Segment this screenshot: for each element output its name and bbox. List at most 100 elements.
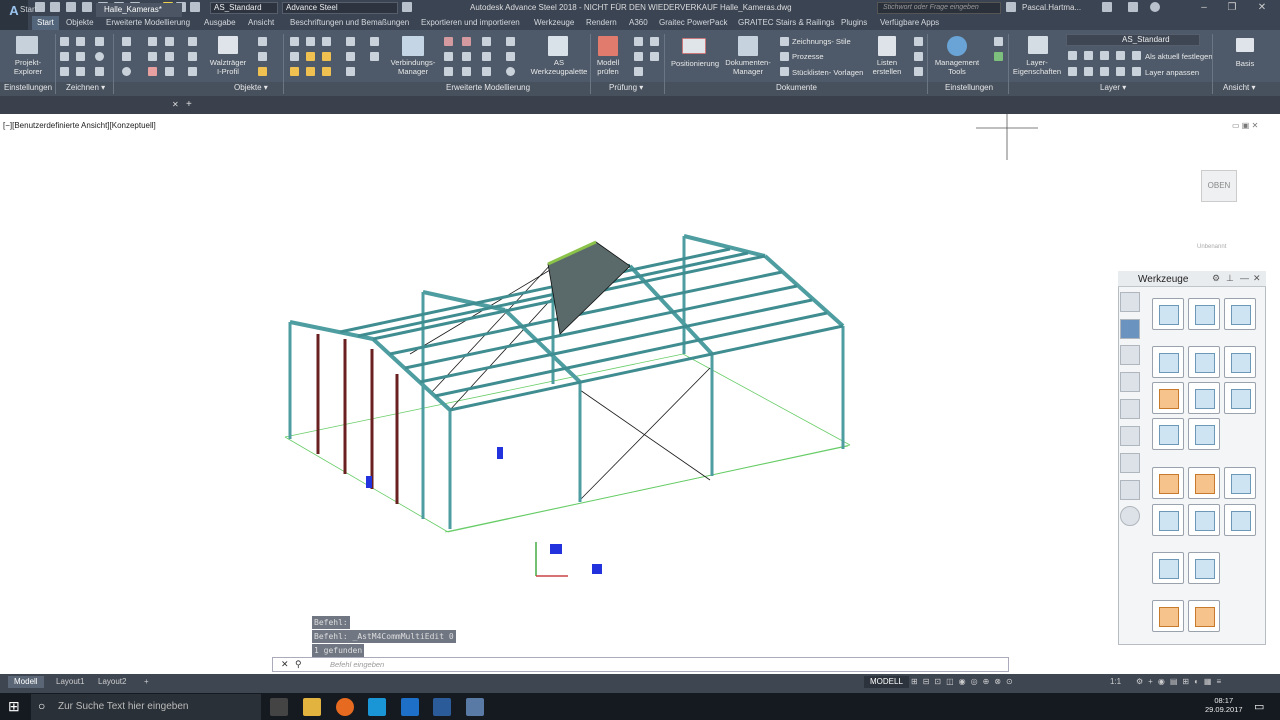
cylinder-icon[interactable] [322, 37, 331, 46]
spline-icon[interactable] [76, 52, 85, 61]
tab-rendern[interactable]: Rendern [586, 18, 617, 27]
close-tab-icon[interactable]: ✕ [172, 100, 179, 109]
projekt-explorer-button[interactable]: Projekt- Explorer [8, 58, 48, 76]
doc-tab-start[interactable]: Start [12, 3, 45, 17]
sphere-icon[interactable] [306, 37, 315, 46]
layer-icon-7[interactable] [1100, 67, 1109, 76]
tab-exportieren[interactable]: Exportieren und importieren [421, 18, 520, 27]
layer-eigenschaften-button[interactable]: Layer- Eigenschaften [1008, 58, 1066, 76]
tool-item[interactable] [1152, 504, 1184, 536]
tool-item[interactable] [1224, 467, 1256, 499]
tab-erweiterte-modellierung[interactable]: Erweiterte Modellierung [106, 18, 190, 27]
tab-werkzeuge[interactable]: Werkzeuge [534, 18, 574, 27]
shorten-icon[interactable] [482, 52, 491, 61]
panel-einstellungen-2[interactable]: Einstellungen [945, 83, 993, 92]
audit-icon[interactable] [650, 37, 659, 46]
palette-category-8[interactable] [1120, 480, 1140, 500]
close-command-icon[interactable]: ✕ [281, 659, 289, 670]
binoculars-icon[interactable] [1006, 2, 1016, 12]
weld-icon[interactable] [148, 67, 157, 76]
purlin-icon[interactable] [165, 67, 174, 76]
basis-button[interactable]: Basis [1228, 59, 1262, 68]
modell-pruefen-button[interactable]: Modell prüfen [592, 58, 624, 76]
als-aktuell-festlegen-button[interactable]: Als aktuell festlegen [1145, 52, 1213, 61]
tab-verfuegbare-apps[interactable]: Verfügbare Apps [880, 18, 939, 27]
layer-icon-4[interactable] [1116, 51, 1125, 60]
settings-green-icon[interactable] [994, 52, 1003, 61]
panel-erweiterte-modellierung[interactable]: Erweiterte Modellierung [446, 83, 530, 92]
drawing-styles-icon[interactable] [780, 37, 789, 46]
tab-graitec-powerpack[interactable]: Graitec PowerPack [659, 18, 727, 27]
save-icon[interactable] [66, 2, 76, 12]
tab-modell[interactable]: Modell [8, 676, 44, 688]
tab-ausgabe[interactable]: Ausgabe [204, 18, 236, 27]
tool-item[interactable] [1188, 346, 1220, 378]
stairs-icon[interactable] [290, 67, 299, 76]
hole-icon[interactable] [506, 37, 515, 46]
camtasia-icon[interactable] [466, 698, 484, 716]
tool-item[interactable] [1152, 467, 1184, 499]
open-file-icon[interactable] [50, 2, 60, 12]
layer-icon-8[interactable] [1116, 67, 1125, 76]
clash-icon[interactable] [634, 37, 643, 46]
rectangle-icon[interactable] [76, 67, 85, 76]
tab-layout2[interactable]: Layout2 [92, 676, 132, 688]
tool-item[interactable] [1188, 467, 1220, 499]
layer-select[interactable]: AS_Standard [1066, 34, 1200, 46]
nc-icon[interactable] [914, 67, 923, 76]
tab-a360[interactable]: A360 [629, 18, 648, 27]
joint3-icon[interactable] [444, 52, 453, 61]
verbindungs-manager-button[interactable]: Verbindungs- Manager [388, 58, 438, 76]
tool-item[interactable] [1152, 346, 1184, 378]
collision-icon[interactable] [634, 52, 643, 61]
tool-item[interactable] [1188, 600, 1220, 632]
positionierung-button[interactable]: Positionierung [667, 59, 723, 68]
lock-icon[interactable] [190, 2, 200, 12]
tool-item[interactable] [1152, 600, 1184, 632]
palette-category-5[interactable] [1120, 399, 1140, 419]
tool-item[interactable] [1224, 298, 1256, 330]
palette-settings-icon[interactable]: ⚙ [1212, 273, 1220, 284]
tool-item[interactable] [1188, 418, 1220, 450]
doc-tab-halle-kameras[interactable]: Halle_Kameras* [96, 3, 182, 17]
tool-item[interactable] [1188, 382, 1220, 414]
palette-category-4[interactable] [1120, 372, 1140, 392]
circle-icon[interactable] [95, 52, 104, 61]
marking-icon[interactable] [650, 52, 659, 61]
joint6-icon[interactable] [462, 67, 471, 76]
arc-icon[interactable] [60, 37, 69, 46]
profile-icon[interactable] [258, 37, 267, 46]
task-view-icon[interactable] [270, 698, 288, 716]
layer-icon-5[interactable] [1068, 67, 1077, 76]
tool-item[interactable] [1224, 382, 1256, 414]
explorer-icon[interactable] [303, 698, 321, 716]
dokumenten-manager-button[interactable]: Dokumenten- Manager [722, 58, 774, 76]
panel-layer[interactable]: Layer ▾ [1100, 83, 1126, 92]
paint-icon[interactable] [258, 67, 267, 76]
pattern3-icon[interactable] [346, 67, 355, 76]
notch-icon[interactable] [506, 52, 515, 61]
zeichnungs-stile-button[interactable]: Zeichnungs- Stile [792, 37, 851, 46]
palette-category-1[interactable] [1120, 292, 1140, 312]
layer-icon-3[interactable] [1100, 51, 1109, 60]
bolt-icon[interactable] [165, 52, 174, 61]
tool-item[interactable] [1224, 346, 1256, 378]
column-icon[interactable] [165, 37, 174, 46]
panel-dokumente[interactable]: Dokumente [776, 83, 817, 92]
tool-item[interactable] [1188, 298, 1220, 330]
new-tab-icon[interactable]: + [186, 99, 192, 110]
windows-start-icon[interactable]: ⊞ [8, 698, 20, 715]
rail-icon[interactable] [188, 67, 197, 76]
tool-item[interactable] [1152, 298, 1184, 330]
cart-icon[interactable] [1102, 2, 1112, 12]
ucs-icon[interactable] [122, 52, 131, 61]
tool-item[interactable] [1152, 382, 1184, 414]
annotation-scale[interactable]: 1:1 [1104, 676, 1127, 688]
listen-erstellen-button[interactable]: Listen erstellen [870, 58, 904, 76]
steel-structure-model[interactable] [0, 114, 1280, 674]
curved-beam-icon[interactable] [322, 52, 331, 61]
palette-minimize-icon[interactable]: — [1240, 273, 1249, 283]
miter-icon[interactable] [482, 67, 491, 76]
dxf-icon[interactable] [914, 52, 923, 61]
palette-category-3[interactable] [1120, 345, 1140, 365]
